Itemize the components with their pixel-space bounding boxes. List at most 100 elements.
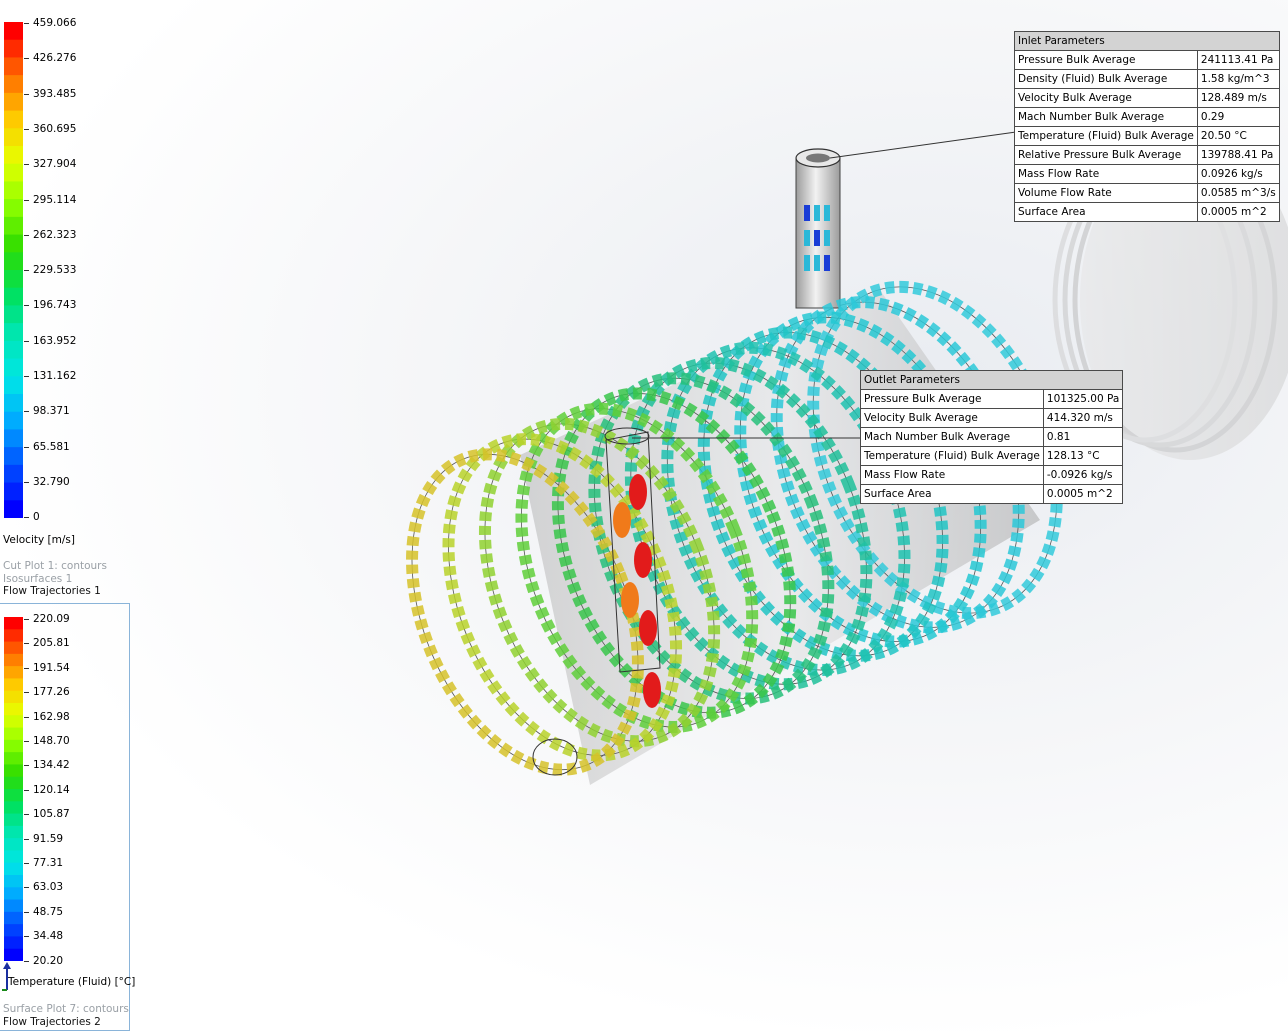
color-bar-segment: [4, 875, 23, 888]
color-bar-segment: [4, 323, 23, 342]
inlet-row[interactable]: Surface Area 0.0005 m^2: [1014, 202, 1280, 222]
temperature-color-bar: [4, 617, 23, 961]
temperature-tick-label: 63.03: [24, 881, 63, 893]
color-bar-segment: [4, 899, 23, 913]
surface-plot-label[interactable]: Surface Plot 7: contours: [3, 1003, 129, 1015]
color-bar-segment: [4, 715, 23, 729]
color-bar-segment: [4, 948, 23, 961]
outlet-param-name: Mass Flow Rate: [860, 465, 1044, 485]
color-bar-segment: [4, 617, 23, 630]
inlet-parameters-table[interactable]: Inlet Parameters Pressure Bulk Average 24…: [1014, 31, 1280, 222]
color-bar-segment: [4, 727, 23, 741]
flow-trajectories-1-label[interactable]: Flow Trajectories 1: [3, 585, 101, 597]
color-bar-segment: [4, 429, 23, 448]
color-bar-segment: [4, 911, 23, 925]
outlet-row[interactable]: Mach Number Bulk Average 0.81: [860, 427, 1124, 447]
outlet-parameters-title: Outlet Parameters: [859, 370, 1124, 390]
inlet-param-name: Density (Fluid) Bulk Average: [1014, 69, 1198, 89]
inlet-flow-arrow: [804, 255, 810, 271]
temperature-tick-value: 191.54: [33, 661, 70, 674]
color-bar-segment: [4, 358, 23, 377]
inlet-parameters-title: Inlet Parameters: [1014, 31, 1280, 51]
velocity-tick-label: 327.904: [24, 158, 76, 170]
inlet-param-value: 128.489 m/s: [1196, 88, 1280, 108]
color-bar-segment: [4, 22, 23, 41]
color-bar-segment: [4, 287, 23, 307]
inlet-row[interactable]: Velocity Bulk Average 128.489 m/s: [1014, 88, 1280, 108]
inlet-param-value: 0.0585 m^3/s: [1196, 183, 1280, 203]
temperature-tick-label: 162.98: [24, 711, 70, 723]
inlet-flow-arrow: [824, 230, 830, 246]
temperature-tick-value: 20.20: [33, 954, 64, 967]
inlet-row[interactable]: Mach Number Bulk Average 0.29: [1014, 107, 1280, 127]
velocity-tick-value: 196.743: [33, 299, 77, 312]
inlet-flow-arrow: [824, 205, 830, 221]
velocity-tick-label: 229.533: [24, 264, 76, 276]
color-bar-segment: [4, 39, 23, 59]
inlet-param-name: Volume Flow Rate: [1014, 183, 1198, 203]
temperature-tick-value: 91.59: [33, 832, 64, 845]
isosurfaces-label[interactable]: Isosurfaces 1: [3, 573, 72, 585]
color-bar-segment: [4, 666, 23, 680]
velocity-tick-value: 32.790: [33, 475, 70, 488]
inlet-param-value: 0.0926 kg/s: [1196, 164, 1280, 184]
color-bar-segment: [4, 411, 23, 431]
velocity-tick-label: 131.162: [24, 370, 76, 382]
color-bar-segment: [4, 813, 23, 827]
velocity-tick-value: 0: [33, 511, 40, 524]
inlet-param-value: 139788.41 Pa: [1196, 145, 1280, 165]
flow-trajectories-2-label[interactable]: Flow Trajectories 2: [3, 1016, 101, 1028]
color-bar-segment: [4, 234, 23, 253]
inlet-callout-leader: [829, 131, 1017, 159]
inlet-row[interactable]: Relative Pressure Bulk Average 139788.41 …: [1014, 145, 1280, 165]
inlet-param-value: 1.58 kg/m^3: [1196, 69, 1280, 89]
inlet-flow-arrow: [814, 255, 820, 271]
temperature-tick-value: 134.42: [33, 759, 70, 772]
inlet-param-name: Velocity Bulk Average: [1014, 88, 1198, 108]
temperature-tick-value: 162.98: [33, 710, 70, 723]
color-bar-segment: [4, 305, 23, 324]
color-bar-segment: [4, 764, 23, 778]
cut-plot-label[interactable]: Cut Plot 1: contours: [3, 560, 107, 572]
velocity-tick-label: 98.371: [24, 405, 70, 417]
outlet-row[interactable]: Velocity Bulk Average 414.320 m/s: [860, 408, 1124, 428]
high-velocity-arrow: [639, 610, 657, 646]
color-bar-segment: [4, 163, 23, 183]
inlet-row[interactable]: Pressure Bulk Average 241113.41 Pa: [1014, 50, 1280, 70]
color-bar-segment: [4, 629, 23, 643]
velocity-color-bar: [4, 22, 23, 518]
outlet-row[interactable]: Surface Area 0.0005 m^2: [860, 484, 1124, 504]
inlet-param-name: Temperature (Fluid) Bulk Average: [1014, 126, 1198, 146]
outlet-row[interactable]: Pressure Bulk Average 101325.00 Pa: [860, 389, 1124, 409]
outlet-row[interactable]: Mass Flow Rate -0.0926 kg/s: [860, 465, 1124, 485]
velocity-tick-label: 393.485: [24, 88, 76, 100]
inlet-param-name: Surface Area: [1014, 202, 1198, 222]
velocity-tick-label: 0: [24, 511, 40, 523]
outlet-row[interactable]: Temperature (Fluid) Bulk Average 128.13 °…: [860, 446, 1124, 466]
velocity-tick-label: 426.276: [24, 52, 76, 64]
outlet-parameters-table[interactable]: Outlet Parameters Pressure Bulk Average 1…: [859, 370, 1124, 504]
color-bar-segment: [4, 57, 23, 76]
color-bar-segment: [4, 447, 23, 466]
color-bar-segment: [4, 376, 23, 395]
inlet-flow-arrow: [824, 255, 830, 271]
velocity-tick-value: 65.581: [33, 440, 70, 453]
high-velocity-arrow: [621, 582, 639, 618]
color-bar-segment: [4, 924, 23, 938]
color-bar-segment: [4, 270, 23, 289]
inlet-row[interactable]: Volume Flow Rate 0.0585 m^3/s: [1014, 183, 1280, 203]
outlet-param-value: -0.0926 kg/s: [1042, 465, 1124, 485]
velocity-tick-value: 459.066: [33, 17, 77, 29]
color-bar-segment: [4, 862, 23, 876]
color-bar-segment: [4, 464, 23, 484]
color-bar-segment: [4, 936, 23, 950]
inlet-row[interactable]: Temperature (Fluid) Bulk Average 20.50 °C: [1014, 126, 1280, 146]
high-velocity-arrow: [634, 542, 652, 578]
inlet-row[interactable]: Mass Flow Rate 0.0926 kg/s: [1014, 164, 1280, 184]
temperature-tick-value: 105.87: [33, 808, 70, 821]
color-bar-segment: [4, 394, 23, 413]
color-bar-segment: [4, 340, 23, 360]
temperature-tick-label: 148.70: [24, 735, 70, 747]
inlet-row[interactable]: Density (Fluid) Bulk Average 1.58 kg/m^3: [1014, 69, 1280, 89]
inlet-param-value: 241113.41 Pa: [1196, 50, 1280, 70]
